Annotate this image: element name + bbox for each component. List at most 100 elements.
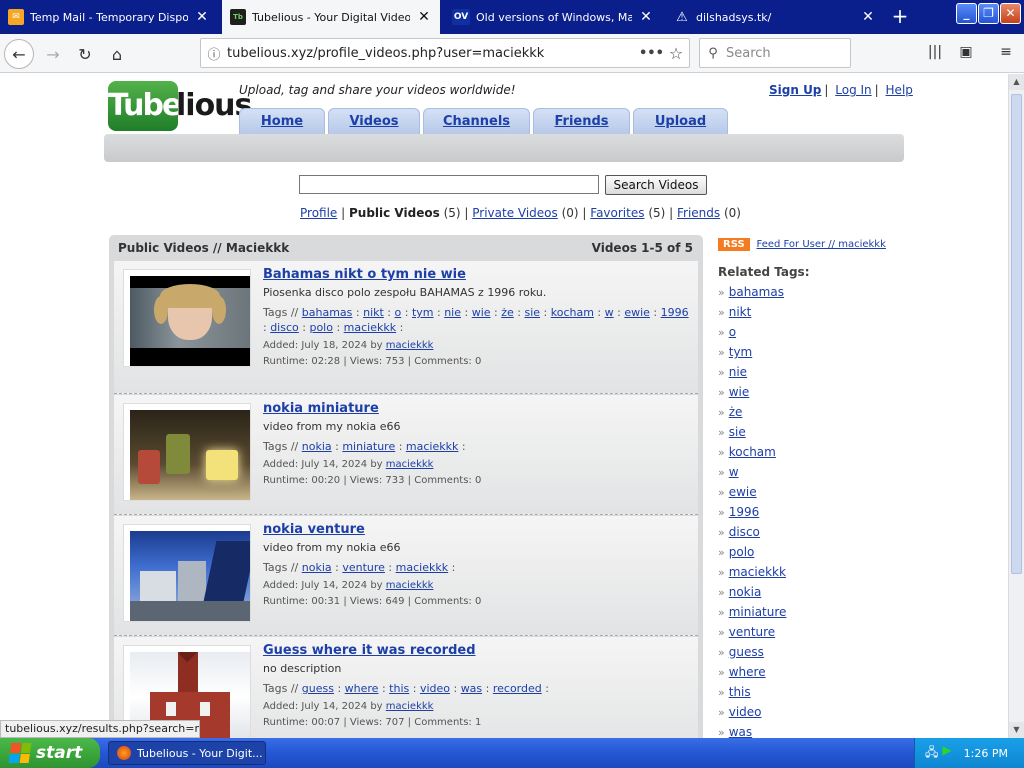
related-tag-link[interactable]: video xyxy=(729,705,762,719)
related-tag-link[interactable]: where xyxy=(729,665,766,679)
related-tag-link[interactable]: wie xyxy=(729,385,750,399)
video-thumbnail[interactable] xyxy=(123,269,251,367)
related-tag-link[interactable]: ewie xyxy=(729,485,757,499)
start-button[interactable]: start xyxy=(0,738,100,768)
site-logo[interactable]: Tube lious xyxy=(108,81,252,131)
network-icon[interactable]: 🖧 xyxy=(925,743,938,764)
tag-link[interactable]: nie xyxy=(444,306,461,319)
profile-link[interactable]: Profile xyxy=(300,206,337,220)
related-tag-link[interactable]: polo xyxy=(729,545,755,559)
back-button[interactable]: ← xyxy=(4,39,34,69)
tab-tubelious[interactable]: Tb Tubelious - Your Digital Video Rep ✕ xyxy=(222,0,440,34)
video-search-input[interactable] xyxy=(299,175,599,194)
page-actions-icon[interactable]: ••• xyxy=(639,46,664,61)
tag-link[interactable]: where xyxy=(345,682,379,695)
browser-search-input[interactable]: ⚲ Search xyxy=(699,38,851,68)
related-tag-link[interactable]: venture xyxy=(729,625,775,639)
tag-link[interactable]: maciekkk xyxy=(396,561,448,574)
user-link[interactable]: maciekkk xyxy=(386,340,434,351)
related-tag-link[interactable]: w xyxy=(729,465,739,479)
tag-link[interactable]: nokia xyxy=(302,440,332,453)
tag-link[interactable]: maciekkk xyxy=(344,321,396,334)
close-icon[interactable]: ✕ xyxy=(194,9,210,25)
tag-link[interactable]: kocham xyxy=(551,306,594,319)
close-icon[interactable]: ✕ xyxy=(416,9,432,25)
tag-link[interactable]: miniature xyxy=(342,440,395,453)
user-link[interactable]: maciekkk xyxy=(386,459,434,470)
tab-old-versions[interactable]: OV Old versions of Windows, Mac an ✕ xyxy=(444,0,662,34)
url-text[interactable]: tubelious.xyz/profile_videos.php?user=ma… xyxy=(227,46,639,61)
related-tag-link[interactable]: kocham xyxy=(729,445,776,459)
tab-temp-mail[interactable]: ✉ Temp Mail - Temporary Disposable ✕ xyxy=(0,0,218,34)
info-icon[interactable]: ⓘ xyxy=(201,44,227,63)
nav-upload-link[interactable]: Upload xyxy=(655,114,706,129)
library-icon[interactable]: ||| xyxy=(925,44,945,64)
nav-tab-channels[interactable]: Channels xyxy=(423,108,530,134)
related-tag-link[interactable]: miniature xyxy=(729,605,787,619)
taskbar-item-firefox[interactable]: Tubelious - Your Digit... xyxy=(108,741,266,765)
nav-videos-link[interactable]: Videos xyxy=(349,114,398,129)
page-scrollbar[interactable]: ▲ ▼ xyxy=(1008,74,1024,738)
close-icon[interactable]: ✕ xyxy=(638,9,654,25)
related-tag-link[interactable]: że xyxy=(729,405,743,419)
tag-link[interactable]: maciekkk xyxy=(406,440,458,453)
rss-feed-link[interactable]: Feed For User // maciekkk xyxy=(756,239,885,250)
private-videos-link[interactable]: Private Videos xyxy=(472,206,558,220)
tag-link[interactable]: guess xyxy=(302,682,334,695)
tag-link[interactable]: nokia xyxy=(302,561,332,574)
video-title-link[interactable]: Bahamas nikt o tym nie wie xyxy=(263,267,693,282)
close-icon[interactable]: ✕ xyxy=(860,9,876,25)
tag-link[interactable]: ewie xyxy=(624,306,650,319)
video-thumbnail[interactable] xyxy=(123,403,251,501)
user-link[interactable]: maciekkk xyxy=(386,580,434,591)
related-tag-link[interactable]: sie xyxy=(729,425,746,439)
tag-link[interactable]: bahamas xyxy=(302,306,353,319)
tag-link[interactable]: video xyxy=(420,682,450,695)
related-tag-link[interactable]: this xyxy=(729,685,751,699)
signup-link[interactable]: Sign Up xyxy=(769,83,821,97)
related-tag-link[interactable]: o xyxy=(729,325,736,339)
scroll-down-icon[interactable]: ▼ xyxy=(1009,722,1024,738)
related-tag-link[interactable]: disco xyxy=(729,525,760,539)
sidebar-icon[interactable]: ▣ xyxy=(956,44,976,64)
video-title-link[interactable]: Guess where it was recorded xyxy=(263,643,693,658)
tag-link[interactable]: nikt xyxy=(363,306,384,319)
related-tag-link[interactable]: 1996 xyxy=(729,505,760,519)
new-tab-button[interactable]: + xyxy=(888,4,912,30)
tag-link[interactable]: o xyxy=(395,306,402,319)
login-link[interactable]: Log In xyxy=(835,83,871,97)
related-tag-link[interactable]: bahamas xyxy=(729,285,784,299)
scroll-thumb[interactable] xyxy=(1011,94,1022,574)
search-videos-button[interactable]: Search Videos xyxy=(605,175,707,195)
related-tag-link[interactable]: nie xyxy=(729,365,747,379)
forward-button[interactable]: → xyxy=(38,39,68,69)
window-close-button[interactable]: ✕ xyxy=(1000,3,1021,24)
tag-link[interactable]: sie xyxy=(524,306,540,319)
video-title-link[interactable]: nokia miniature xyxy=(263,401,693,416)
related-tag-link[interactable]: nikt xyxy=(729,305,752,319)
nav-tab-upload[interactable]: Upload xyxy=(633,108,728,134)
tag-link[interactable]: 1996 xyxy=(661,306,689,319)
tag-link[interactable]: this xyxy=(389,682,409,695)
tag-link[interactable]: disco xyxy=(270,321,299,334)
related-tag-link[interactable]: nokia xyxy=(729,585,762,599)
tag-link[interactable]: tym xyxy=(412,306,434,319)
tag-link[interactable]: wie xyxy=(472,306,491,319)
menu-icon[interactable]: ≡ xyxy=(996,44,1016,64)
tag-link[interactable]: venture xyxy=(342,561,385,574)
minimize-button[interactable]: _ xyxy=(956,3,977,24)
tag-link[interactable]: w xyxy=(605,306,614,319)
nav-tab-home[interactable]: Home xyxy=(239,108,325,134)
play-icon[interactable]: ▶ xyxy=(942,743,951,764)
user-link[interactable]: maciekkk xyxy=(386,701,434,712)
home-button[interactable]: ⌂ xyxy=(102,39,132,69)
nav-friends-link[interactable]: Friends xyxy=(554,114,608,129)
tag-link[interactable]: recorded xyxy=(493,682,542,695)
nav-tab-videos[interactable]: Videos xyxy=(328,108,420,134)
related-tag-link[interactable]: was xyxy=(729,725,752,738)
video-thumbnail[interactable] xyxy=(123,524,251,622)
related-tag-link[interactable]: maciekkk xyxy=(729,565,786,579)
maximize-button[interactable]: ❐ xyxy=(978,3,999,24)
nav-channels-link[interactable]: Channels xyxy=(443,114,510,129)
favorites-link[interactable]: Favorites xyxy=(590,206,644,220)
